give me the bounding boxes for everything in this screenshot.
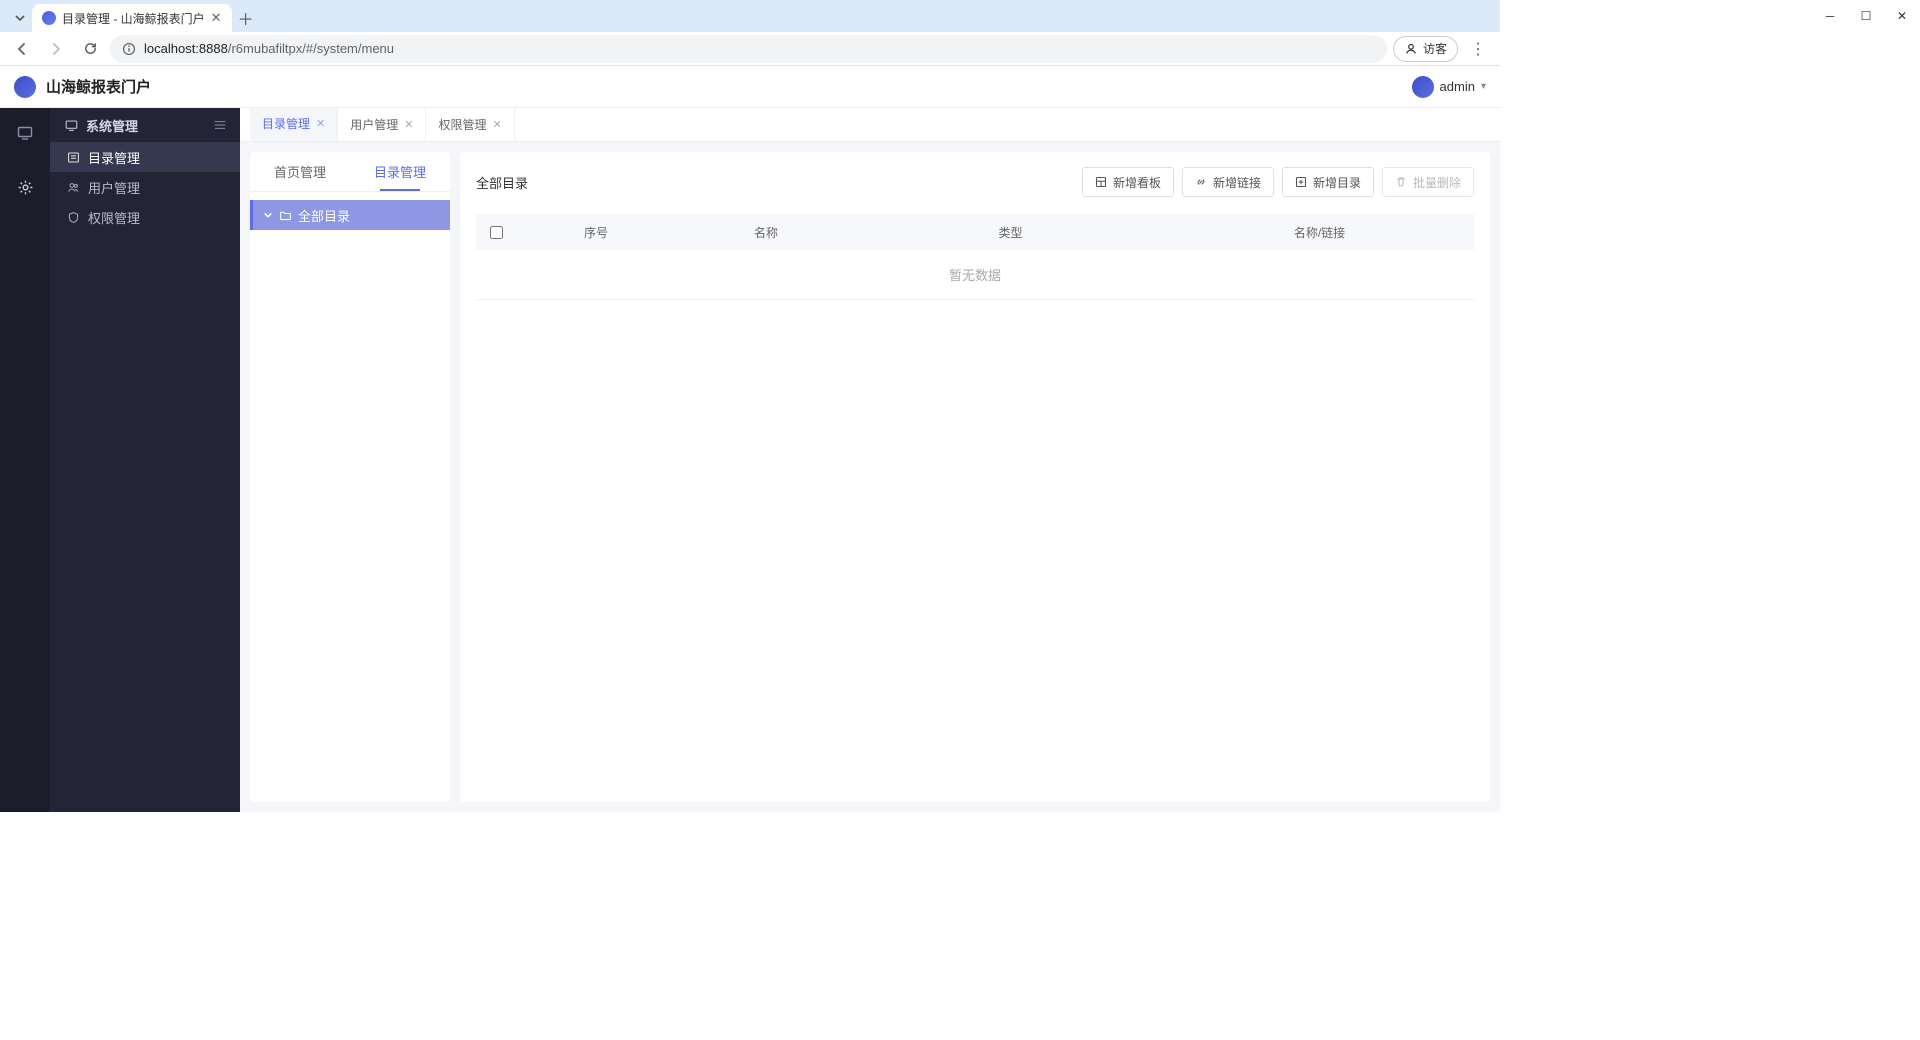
sidebar-item-permissions[interactable]: 权限管理 [50,202,240,232]
app-logo-icon [14,76,36,98]
address-host: localhost:8888/r6mubafiltpx/#/system/men… [144,41,394,56]
button-label: 新增看板 [1113,174,1161,191]
address-bar[interactable]: localhost:8888/r6mubafiltpx/#/system/men… [110,35,1387,63]
col-sequence: 序号 [516,224,676,241]
col-type: 类型 [856,224,1165,241]
sidebar: 系统管理 目录管理 用户管理 权限管理 [50,108,240,812]
profile-guest-button[interactable]: 访客 [1393,36,1458,62]
dashboard-icon [1095,176,1107,188]
action-buttons: 新增看板 新增链接 新增目录 [1082,167,1474,197]
app-header: 山海鲸报表门户 admin ▾ [0,66,1500,108]
browser-tabstrip: 目录管理 - 山海鲸报表门户 ✕ ＋ [0,0,1500,32]
close-icon[interactable]: ✕ [316,117,325,130]
window-close-button[interactable]: ✕ [1884,0,1920,32]
tree-node-label: 全部目录 [298,206,350,225]
site-info-icon[interactable] [122,42,136,56]
panel-title: 全部目录 [476,173,528,192]
button-label: 新增目录 [1313,174,1361,191]
subtab-home[interactable]: 首页管理 [250,152,350,191]
favicon-icon [42,11,56,25]
subtab-label: 首页管理 [274,162,326,181]
browser-tab-active[interactable]: 目录管理 - 山海鲸报表门户 ✕ [32,4,232,32]
sidebar-group-system[interactable]: 系统管理 [50,108,240,142]
nav-forward-button[interactable] [42,35,70,63]
tab-search-dropdown[interactable] [8,4,32,32]
new-link-button[interactable]: 新增链接 [1182,167,1274,197]
monitor-icon [17,125,33,141]
app-title: 山海鲸报表门户 [46,76,151,97]
nav-rail [0,108,50,812]
rail-dashboard-button[interactable] [8,116,42,150]
close-icon[interactable]: ✕ [492,118,501,131]
users-icon [66,181,80,194]
sidebar-item-users[interactable]: 用户管理 [50,172,240,202]
page-tab-label: 目录管理 [262,115,310,132]
folder-icon [279,209,292,222]
avatar-icon [1412,76,1434,98]
chevron-down-icon: ▾ [1481,81,1486,92]
tree-node-root[interactable]: 全部目录 [250,200,450,230]
select-all-cell [476,226,516,239]
folder-plus-icon [1295,176,1307,188]
page-tab-label: 用户管理 [350,116,398,133]
sidebar-item-catalog[interactable]: 目录管理 [50,142,240,172]
sidebar-item-label: 权限管理 [88,208,140,227]
user-name: admin [1440,79,1475,94]
browser-tab-title: 目录管理 - 山海鲸报表门户 [62,10,205,27]
sidebar-collapse-icon[interactable] [214,119,226,131]
table-header: 序号 名称 类型 名称/链接 [476,214,1474,250]
page-tab-permissions[interactable]: 权限管理 ✕ [426,108,514,141]
window-maximize-button[interactable]: ☐ [1848,0,1884,32]
link-icon [1195,176,1207,188]
page-tab-users[interactable]: 用户管理 ✕ [338,108,426,141]
button-label: 新增链接 [1213,174,1261,191]
shield-icon [66,211,80,224]
gear-icon [17,179,34,196]
tree-panel: 首页管理 目录管理 全部目录 [250,152,450,802]
close-icon[interactable]: ✕ [404,118,413,131]
subtab-label: 目录管理 [374,162,426,181]
nav-back-button[interactable] [8,35,36,63]
new-directory-button[interactable]: 新增目录 [1282,167,1374,197]
sidebar-item-label: 目录管理 [88,148,140,167]
rail-settings-button[interactable] [8,170,42,204]
panel-header: 全部目录 新增看板 新增链接 [476,166,1474,198]
main-panel: 全部目录 新增看板 新增链接 [460,152,1490,802]
data-table: 序号 名称 类型 名称/链接 暂无数据 [476,214,1474,300]
trash-icon [1395,176,1407,188]
new-tab-button[interactable]: ＋ [232,4,260,32]
sidebar-item-label: 用户管理 [88,178,140,197]
sidebar-group-label: 系统管理 [86,116,138,135]
chevron-down-icon [263,210,273,220]
guest-label: 访客 [1423,40,1447,57]
page-tab-label: 权限管理 [438,116,486,133]
subtab-catalog[interactable]: 目录管理 [350,152,450,191]
nav-reload-button[interactable] [76,35,104,63]
button-label: 批量删除 [1413,174,1461,191]
user-menu[interactable]: admin ▾ [1412,76,1486,98]
tab-close-icon[interactable]: ✕ [211,10,222,26]
list-icon [66,151,80,164]
page-tab-catalog[interactable]: 目录管理 ✕ [250,108,338,141]
col-name: 名称 [676,224,856,241]
browser-menu-button[interactable]: ⋮ [1464,35,1492,63]
col-link: 名称/链接 [1165,224,1474,241]
content-area: 目录管理 ✕ 用户管理 ✕ 权限管理 ✕ 首页管理 目录管理 [240,108,1500,812]
select-all-checkbox[interactable] [490,226,503,239]
bulk-delete-button: 批量删除 [1382,167,1474,197]
new-board-button[interactable]: 新增看板 [1082,167,1174,197]
browser-toolbar: localhost:8888/r6mubafiltpx/#/system/men… [0,32,1500,66]
table-empty-state: 暂无数据 [476,250,1474,300]
page-tabs: 目录管理 ✕ 用户管理 ✕ 权限管理 ✕ [240,108,1500,142]
person-icon [1404,42,1418,56]
monitor-icon [64,119,78,132]
subtab-row: 首页管理 目录管理 [250,152,450,192]
window-minimize-button[interactable]: ─ [1812,0,1848,32]
